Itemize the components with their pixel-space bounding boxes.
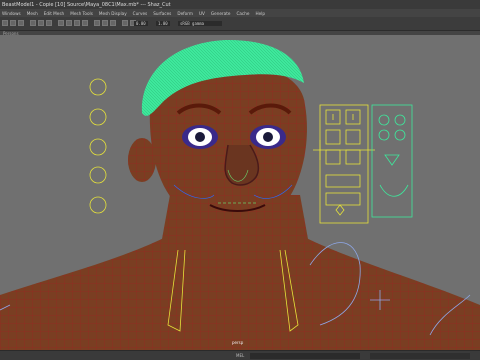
bookmark-icon[interactable] (18, 20, 24, 26)
lights-icon[interactable] (94, 20, 100, 26)
ambient-occlusion-icon[interactable] (110, 20, 116, 26)
textured-icon[interactable] (82, 20, 88, 26)
menu-item-help[interactable]: Help (255, 11, 265, 16)
menu-item-uv[interactable]: UV (199, 11, 205, 16)
isolate-select-icon[interactable] (122, 20, 128, 26)
expression-panel[interactable] (371, 104, 413, 218)
menu-item-curves[interactable]: Curves (133, 11, 148, 16)
exposure-field[interactable]: 0.00 (134, 21, 148, 26)
lock-camera-icon[interactable] (10, 20, 16, 26)
smooth-shade-icon[interactable] (66, 20, 72, 26)
film-gate-icon[interactable] (38, 20, 44, 26)
left-eye (182, 125, 218, 149)
shadows-icon[interactable] (102, 20, 108, 26)
grid-icon[interactable] (30, 20, 36, 26)
feedback-line (370, 353, 470, 359)
viewport-toolbar: 0.00 1.00 sRGB gamma (0, 17, 480, 31)
camera-label: persp (232, 340, 244, 345)
menu-item-mesh-display[interactable]: Mesh Display (99, 11, 127, 16)
menu-bar: Windows Mesh Edit Mesh Mesh Tools Mesh D… (0, 9, 480, 17)
gamma-field[interactable]: 1.00 (156, 21, 170, 26)
menu-item-cache[interactable]: Cache (236, 11, 249, 16)
window-title: BeastModel1 - Copie [10] Source\Maya_08C… (2, 1, 171, 8)
left-controls[interactable] (89, 78, 107, 214)
command-line-label[interactable]: MEL (236, 353, 244, 358)
command-line-input[interactable] (250, 353, 360, 359)
menu-item-edit-mesh[interactable]: Edit Mesh (44, 11, 64, 16)
menu-item-surfaces[interactable]: Surfaces (153, 11, 171, 16)
menu-item-mesh[interactable]: Mesh (27, 11, 38, 16)
menu-item-deform[interactable]: Deform (177, 11, 193, 16)
color-space-select[interactable]: sRGB gamma (178, 21, 222, 26)
menu-item-mesh-tools[interactable]: Mesh Tools (70, 11, 93, 16)
nose (224, 144, 260, 186)
menu-item-windows[interactable]: Windows (2, 11, 21, 16)
scene-render (0, 39, 480, 350)
select-camera-icon[interactable] (2, 20, 8, 26)
resolution-gate-icon[interactable] (46, 20, 52, 26)
title-bar: BeastModel1 - Copie [10] Source\Maya_08C… (0, 0, 480, 9)
face-control-panel[interactable] (313, 104, 375, 224)
wireframe-on-shaded-icon[interactable] (74, 20, 80, 26)
right-eye (250, 125, 286, 149)
status-bar: MEL (0, 350, 480, 360)
viewport-3d[interactable]: persp (0, 35, 480, 350)
menu-item-generate[interactable]: Generate (211, 11, 231, 16)
wireframe-icon[interactable] (58, 20, 64, 26)
